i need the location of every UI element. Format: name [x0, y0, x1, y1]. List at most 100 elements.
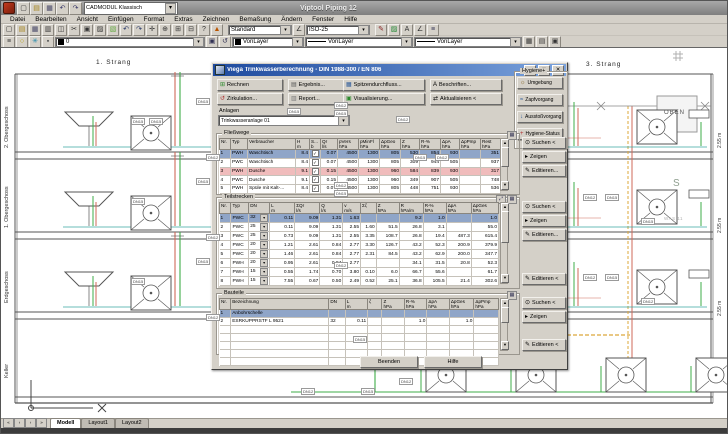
cell[interactable]: PWC — [230, 175, 248, 186]
cell[interactable]: 6 — [219, 258, 232, 268]
cell[interactable]: 3.1 — [423, 222, 447, 232]
cell[interactable]: 0.67 — [294, 276, 321, 286]
scroll-down-icon[interactable]: ▼ — [501, 341, 509, 350]
cell[interactable]: 536 — [480, 184, 501, 194]
cell[interactable] — [328, 333, 346, 342]
teilstrecken-zeigen-button[interactable]: ▸ Zeigen — [522, 215, 566, 227]
cell[interactable]: 8 — [219, 276, 232, 286]
cell[interactable] — [376, 258, 400, 268]
cell[interactable]: 805 — [379, 184, 401, 194]
cell[interactable] — [219, 325, 232, 334]
new-icon[interactable]: ▢ — [17, 1, 30, 15]
cell[interactable] — [230, 349, 330, 358]
table-row[interactable]: 7 PWH 15 ▾ 0.55 1.74 0.70 3.80 0.10 6.0 66.7 55.6 61… — [219, 267, 500, 277]
command-line[interactable] — [1, 428, 727, 433]
cell[interactable]: 1.46 — [269, 249, 296, 259]
help-icon[interactable]: ? — [198, 23, 210, 36]
table-row[interactable]: 4 PWC 20 ▾ 1.21 2.61 0.84 2.77 3.30 126.7 43.2 52.3… — [219, 240, 500, 250]
cell[interactable]: 66.7 — [399, 267, 424, 277]
tab-modell[interactable]: Modell — [50, 418, 82, 428]
ausstossvorgang-button[interactable]: ↓ Ausstoßvorgang — [517, 111, 563, 123]
cell[interactable] — [426, 309, 450, 318]
cell[interactable] — [381, 325, 405, 334]
cell[interactable]: 1.0 — [423, 213, 447, 223]
anlagen-combo[interactable]: Trinkwasseranlage 01 ▾ — [218, 115, 350, 126]
paper-space-icon[interactable]: ▤ — [536, 35, 548, 48]
chevron-down-icon[interactable]: ▾ — [358, 24, 369, 35]
text-icon[interactable]: A — [401, 23, 413, 36]
cell[interactable]: PWC — [230, 231, 250, 241]
column-header[interactable]: Bezeichnung — [230, 298, 330, 310]
match-properties-icon[interactable]: ▧ — [107, 23, 119, 36]
color-combo[interactable]: VonLayer ▾ — [232, 36, 304, 47]
cell[interactable]: 34.1 — [399, 258, 424, 268]
cell[interactable]: 20.8 — [446, 258, 472, 268]
cell[interactable] — [446, 267, 472, 277]
drawing-canvas[interactable]: 1. Strang 3. Strang 2. Obergeschoss 1. O… — [1, 47, 727, 418]
cell[interactable] — [376, 213, 400, 223]
cell[interactable]: 25.1 — [376, 276, 400, 286]
linetype-combo[interactable]: VonLayer ▾ — [305, 36, 413, 47]
cell[interactable] — [219, 333, 232, 342]
cell[interactable]: 907 — [419, 175, 441, 186]
cell[interactable]: PWC — [230, 158, 248, 168]
cell[interactable] — [360, 213, 377, 223]
menu-item[interactable]: Datei — [5, 16, 30, 23]
column-header[interactable]: ζ — [367, 298, 383, 310]
toolbox-icon[interactable]: ▣ — [549, 35, 561, 48]
column-header[interactable]: Hm — [295, 138, 310, 150]
cell[interactable] — [426, 317, 450, 326]
cell[interactable] — [404, 309, 428, 318]
cell[interactable]: Spüle mit Kalt-... — [247, 184, 296, 194]
column-header[interactable]: pVers hPa — [337, 138, 359, 150]
lineweight-combo[interactable]: VonLayer ▾ — [414, 36, 522, 47]
cell[interactable] — [449, 325, 475, 334]
paste-icon[interactable]: ▨ — [94, 23, 106, 36]
cell[interactable]: 3.30 — [360, 240, 377, 250]
cell[interactable]: 51.5 — [376, 222, 400, 232]
fliesswege-table[interactable]: Nr. Typ Verbraucher Hm S... b Qr l/s pVers hPa… — [219, 138, 501, 194]
cell[interactable]: 20 ▾ — [248, 258, 271, 268]
column-header[interactable]: ZhPa — [381, 298, 405, 310]
cell[interactable]: 7 — [219, 267, 232, 277]
cell[interactable]: 52.3 — [471, 258, 500, 268]
layer-combo[interactable]: 0 ▾ — [55, 36, 205, 47]
pan-icon[interactable]: ✛ — [146, 23, 158, 36]
tab-layout2[interactable]: Layout2 — [115, 418, 149, 428]
cell[interactable] — [459, 158, 481, 168]
cell[interactable]: 2 — [219, 158, 231, 168]
dimstyle-combo[interactable]: ISO-25 ▾ — [306, 24, 370, 35]
table-row[interactable]: 1PWHWaschtisch8.4✓0.07450013008055308549… — [219, 149, 501, 159]
chevron-down-icon[interactable]: ▾ — [260, 259, 269, 267]
cell[interactable] — [219, 357, 232, 366]
cell[interactable]: 0.84 — [319, 249, 344, 259]
column-header[interactable]: Typ — [230, 202, 250, 214]
viptool-icon[interactable]: ▲ — [211, 23, 223, 36]
cell[interactable]: PWC — [230, 249, 250, 259]
column-header[interactable]: S... b — [309, 138, 321, 150]
column-header[interactable]: v m/s — [342, 202, 362, 214]
cell[interactable]: 4500 — [337, 158, 359, 168]
cell[interactable]: 32 — [328, 317, 346, 326]
column-header[interactable]: Typ — [230, 138, 248, 150]
cell[interactable]: 347.7 — [471, 249, 500, 259]
column-header[interactable]: ΔpA hPa — [426, 298, 450, 310]
menu-item[interactable]: Ansicht — [72, 16, 103, 23]
copy-icon[interactable]: ▣ — [81, 23, 93, 36]
cell[interactable] — [345, 325, 369, 334]
cell[interactable] — [328, 349, 346, 358]
teilstrecken-editieren-button[interactable]: ✎ Editieren... — [522, 229, 566, 241]
tab-nav-icon[interactable]: ‹ — [14, 418, 25, 428]
cell[interactable]: 2.61 — [294, 258, 321, 268]
cell[interactable] — [328, 325, 346, 334]
style-combo[interactable]: Standard ▾ — [228, 24, 292, 35]
menu-item[interactable]: Format — [139, 16, 170, 23]
cell[interactable]: 487.3 — [446, 231, 472, 241]
aktualisieren-button[interactable]: ⇄ Aktualisieren < — [430, 93, 502, 105]
cell[interactable]: 1.31 — [319, 222, 344, 232]
cell[interactable] — [230, 325, 330, 334]
cell[interactable] — [473, 317, 499, 326]
cell[interactable]: 1 — [219, 149, 231, 159]
undo-icon[interactable]: ↶ — [56, 1, 69, 15]
cell[interactable]: 584 — [400, 167, 420, 177]
